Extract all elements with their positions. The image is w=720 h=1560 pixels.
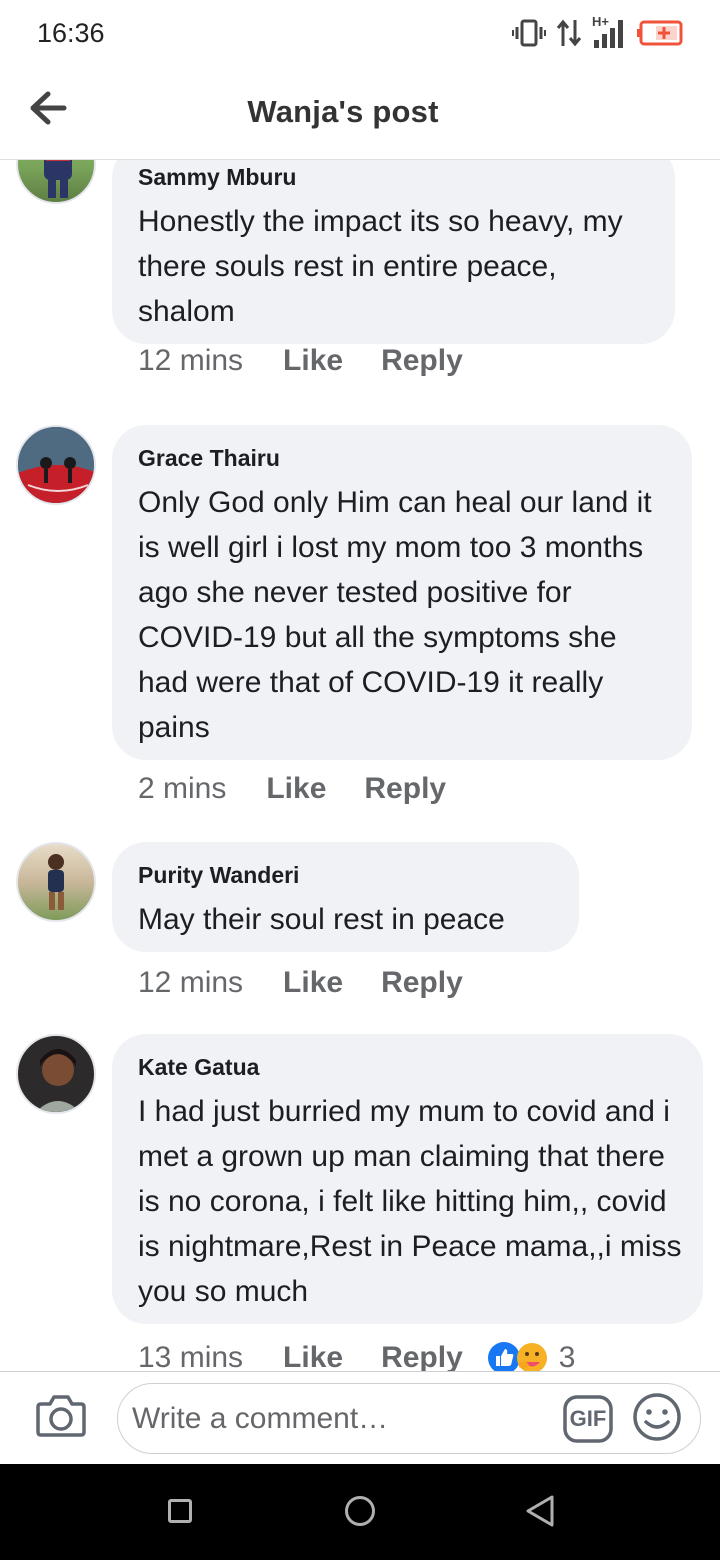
avatar[interactable] [16, 160, 96, 204]
like-button[interactable]: Like [283, 1341, 343, 1371]
data-transfer-icon [556, 19, 582, 47]
vibrate-icon [512, 19, 546, 47]
comment-list: Sammy Mburu Honestly the impact its so h… [0, 160, 720, 1371]
system-nav-bar [0, 1464, 720, 1560]
reply-button[interactable]: Reply [381, 1341, 463, 1371]
reaction-summary[interactable]: 3 [487, 1341, 576, 1371]
comment-author[interactable]: Sammy Mburu [138, 163, 649, 191]
comment-bubble[interactable]: Kate Gatua I had just burried my mum to … [112, 1034, 703, 1324]
home-button[interactable] [345, 1496, 375, 1526]
comment-time[interactable]: 12 mins [138, 344, 243, 378]
reply-button[interactable]: Reply [364, 772, 446, 806]
screen: 16:36 H+ Wanja's post Sammy Mburu Honest… [0, 0, 720, 1560]
post-header: Wanja's post [0, 66, 720, 160]
comment-text: May their soul rest in peace [138, 903, 505, 936]
avatar[interactable] [16, 1034, 96, 1114]
reply-button[interactable]: Reply [381, 344, 463, 378]
like-button[interactable]: Like [283, 344, 343, 378]
back-triangle-icon[interactable] [524, 1494, 556, 1528]
comment-text: Only God only Him can heal our land it i… [138, 486, 652, 744]
comment-actions: 13 mins Like Reply 3 [138, 1341, 575, 1371]
gif-button[interactable]: GIF [562, 1394, 614, 1444]
reply-button[interactable]: Reply [381, 966, 463, 1000]
reaction-count: 3 [558, 1341, 576, 1371]
comment-author[interactable]: Purity Wanderi [138, 861, 553, 889]
camera-icon[interactable] [35, 1390, 87, 1440]
recent-apps-button[interactable] [168, 1499, 192, 1523]
comment-author[interactable]: Kate Gatua [138, 1053, 683, 1081]
status-icons: H+ [512, 14, 684, 50]
comment-text: Honestly the impact its so heavy, my the… [138, 205, 623, 328]
comment-input[interactable] [132, 1398, 552, 1440]
comment-input-container[interactable]: GIF [117, 1383, 701, 1454]
battery-low-icon [637, 20, 683, 46]
comment-bubble[interactable]: Grace Thairu Only God only Him can heal … [112, 425, 692, 760]
smiley-icon[interactable] [632, 1392, 682, 1442]
comment-time[interactable]: 12 mins [138, 966, 243, 1000]
comment-composer: GIF [0, 1371, 720, 1464]
comment-bubble[interactable]: Sammy Mburu Honestly the impact its so h… [112, 160, 675, 344]
status-bar: 16:36 H+ [0, 0, 720, 66]
comment-time[interactable]: 2 mins [138, 772, 226, 806]
comment-actions: 2 mins Like Reply [138, 772, 446, 806]
comment-bubble[interactable]: Purity Wanderi May their soul rest in pe… [112, 842, 579, 952]
status-time: 16:36 [37, 18, 105, 48]
gif-label: GIF [569, 1406, 607, 1431]
avatar[interactable] [16, 425, 96, 505]
h-plus-signal-icon: H+ [592, 14, 626, 50]
care-reaction-icon [516, 1343, 547, 1371]
comment-actions: 12 mins Like Reply [138, 344, 463, 378]
like-button[interactable]: Like [283, 966, 343, 1000]
avatar[interactable] [16, 842, 96, 922]
comment-text: I had just burried my mum to covid and i… [138, 1095, 682, 1308]
comment-time[interactable]: 13 mins [138, 1341, 243, 1371]
like-button[interactable]: Like [266, 772, 326, 806]
comment-author[interactable]: Grace Thairu [138, 444, 670, 472]
comment-actions: 12 mins Like Reply [138, 966, 463, 1000]
page-title: Wanja's post [247, 94, 439, 129]
